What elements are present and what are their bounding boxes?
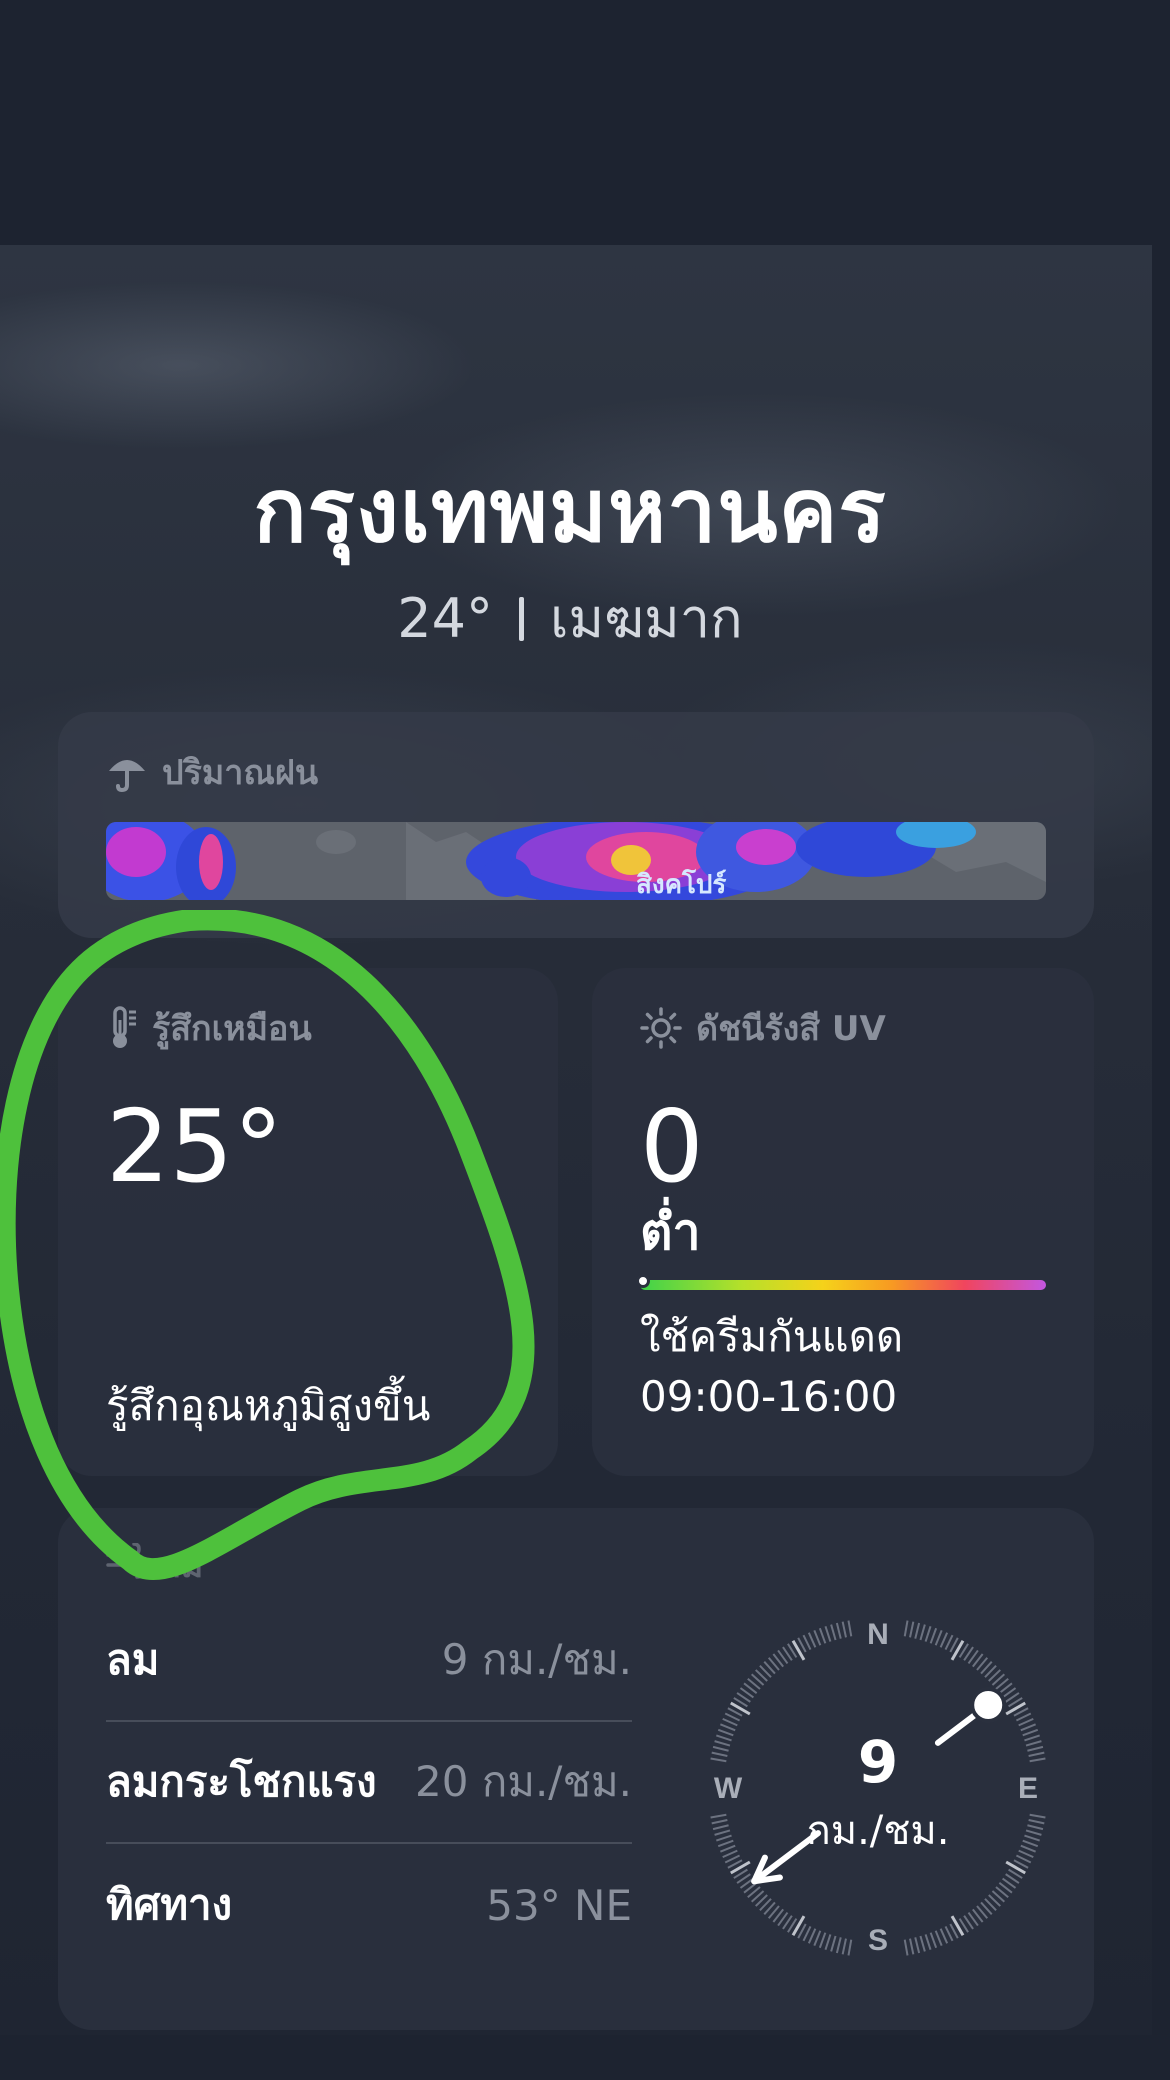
compass-tick xyxy=(924,1626,932,1642)
compass-tick xyxy=(939,1928,949,1944)
compass-tick xyxy=(841,1621,847,1638)
precipitation-header: ปริมาณฝน xyxy=(106,748,318,796)
compass-tick xyxy=(824,1934,832,1950)
compass-tick xyxy=(1018,1717,1034,1727)
wind-compass: N S E W 9 กม./ชม. xyxy=(688,1598,1068,1978)
uv-index-card[interactable]: ดัชนีรังสี UV 0 ต่ำ ใช้ครีมกันแดด 09:00-… xyxy=(592,968,1094,1476)
wind-speed-row: ลม 9 กม./ชม. xyxy=(106,1600,632,1722)
compass-tick xyxy=(807,1632,817,1648)
edge-background xyxy=(1152,245,1170,2035)
compass-tick xyxy=(818,1627,827,1644)
compass-tick xyxy=(929,1932,938,1949)
compass-tick xyxy=(802,1925,812,1942)
compass-tick xyxy=(914,1937,921,1954)
compass-tick xyxy=(903,1939,909,1956)
uv-advice: ใช้ครีมกันแดด xyxy=(640,1312,904,1361)
compass-speed: 9 xyxy=(857,1728,899,1796)
compass-tick xyxy=(830,1935,837,1952)
compass-tick xyxy=(919,1624,926,1641)
wind-title: ลม xyxy=(160,1546,204,1586)
compass-tick xyxy=(939,1632,949,1648)
map-city-label: สิงคโปร์ xyxy=(636,870,727,900)
compass-tick xyxy=(813,1930,822,1946)
current-conditions: 24° เมฆมาก xyxy=(0,575,1140,661)
compass-tick xyxy=(818,1932,827,1949)
feels-like-description: รู้สึกอุณหภูมิสูงขึ้น xyxy=(106,1381,431,1430)
uv-title: ดัชนีรังสี UV xyxy=(696,1009,886,1049)
uv-scale-indicator xyxy=(636,1274,650,1288)
uv-header: ดัชนีรังสี UV xyxy=(640,1004,886,1052)
compass-tick xyxy=(835,1937,842,1954)
top-background xyxy=(0,0,1170,245)
compass-needle-dot xyxy=(970,1686,1007,1723)
compass-unit: กม./ชม. xyxy=(806,1808,950,1854)
feels-like-title: รู้สึกเหมือน xyxy=(152,1009,312,1049)
sun-icon xyxy=(640,1007,682,1049)
city-name: กรุงเทพมหานคร xyxy=(253,459,887,562)
compass-north-label: N xyxy=(867,1618,889,1651)
compass-tick xyxy=(835,1622,842,1639)
compass-tick xyxy=(722,1717,738,1727)
compass-tick xyxy=(909,1621,915,1638)
wind-header: ลม xyxy=(106,1538,203,1592)
precipitation-title: ปริมาณฝน xyxy=(162,753,319,793)
current-condition: เมฆมาก xyxy=(549,587,743,650)
uv-level: ต่ำ xyxy=(640,1203,701,1261)
wind-icon xyxy=(106,1541,146,1588)
compass-tick xyxy=(1015,1712,1032,1722)
compass-tick xyxy=(934,1630,943,1646)
wind-speed-label: ลม xyxy=(106,1635,160,1684)
compass-tick xyxy=(919,1935,926,1952)
uv-value: 0 xyxy=(640,1088,704,1205)
compass-tick xyxy=(944,1925,954,1942)
wind-direction-label: ทิศทาง xyxy=(106,1880,233,1929)
precipitation-map[interactable]: สิงคโปร์ xyxy=(106,822,1046,900)
compass-tick xyxy=(934,1930,943,1946)
wind-gust-value: 20 กม./ชม. xyxy=(415,1757,632,1806)
compass-south-label: S xyxy=(868,1924,888,1957)
compass-tick xyxy=(847,1620,853,1637)
compass-tick xyxy=(802,1634,812,1651)
precipitation-card[interactable]: ปริมาณฝน สิงคโปร์ xyxy=(58,712,1094,938)
feels-like-value: 25° xyxy=(106,1088,284,1205)
compass-tick xyxy=(903,1620,909,1637)
compass-tick xyxy=(807,1928,817,1944)
compass-tick xyxy=(847,1939,853,1956)
wind-direction-value: 53° NE xyxy=(486,1880,632,1930)
uv-scale-bar xyxy=(640,1280,1046,1290)
compass-tick xyxy=(909,1938,915,1955)
wind-direction-row: ทิศทาง 53° NE xyxy=(106,1844,632,1966)
separator xyxy=(518,597,524,641)
umbrella-icon xyxy=(106,751,148,793)
wind-gust-row: ลมกระโชกแรง 20 กม./ชม. xyxy=(106,1722,632,1844)
compass-tick xyxy=(830,1624,837,1641)
feels-like-card[interactable]: รู้สึกเหมือน 25° รู้สึกอุณหภูมิสูงขึ้น xyxy=(58,968,558,1476)
feels-like-header: รู้สึกเหมือน xyxy=(106,1004,312,1052)
compass-tick xyxy=(924,1934,932,1950)
compass-tick xyxy=(813,1630,822,1646)
compass-tick xyxy=(841,1938,847,1955)
bottom-background xyxy=(0,2035,1170,2080)
compass-tick xyxy=(929,1627,938,1644)
wind-card[interactable]: ลม ลม 9 กม./ชม. ลมกระโชกแรง 20 กม./ชม. ท… xyxy=(58,1508,1094,2030)
compass-tick xyxy=(914,1622,921,1639)
uv-hours: 09:00-16:00 xyxy=(640,1372,898,1421)
current-temperature: 24° xyxy=(397,587,493,650)
wind-speed-value: 9 กม./ชม. xyxy=(441,1635,632,1684)
compass-tick xyxy=(944,1634,954,1651)
wind-gust-label: ลมกระโชกแรง xyxy=(106,1757,377,1806)
compass-tick xyxy=(824,1626,832,1642)
compass-tick xyxy=(724,1712,741,1722)
thermometer-icon xyxy=(106,1006,138,1050)
